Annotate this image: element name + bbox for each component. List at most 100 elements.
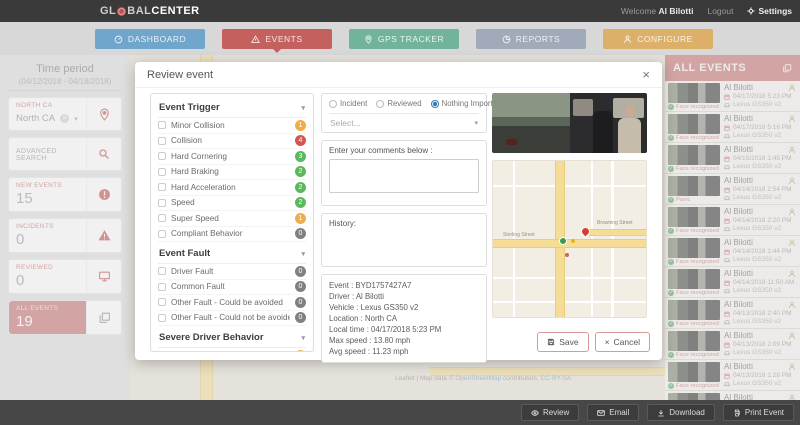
detail-event-id: Event : BYD1757427A7 [329, 281, 412, 290]
review-button[interactable]: Review [521, 404, 580, 421]
count-badge: 0 [295, 265, 306, 277]
street-label: Sterling Street [503, 232, 535, 238]
checklist-row[interactable]: Hard Acceleration 2 [158, 180, 306, 196]
history-panel: History: [321, 213, 487, 267]
welcome-text: Welcome Al Bilotti [620, 6, 694, 16]
count-badge: 4 [295, 135, 306, 147]
count-badge: 2 [295, 197, 306, 209]
checkbox[interactable] [158, 183, 166, 192]
map-pin-icon [365, 34, 372, 44]
radio-reviewed[interactable]: Reviewed [376, 99, 422, 108]
count-badge: 1 [295, 349, 306, 351]
close-icon: × [604, 337, 610, 347]
chevron-down-icon: ▾ [301, 104, 305, 112]
count-badge: 0 [295, 281, 306, 293]
count-badge: 3 [295, 150, 306, 162]
review-event-modal: Review event × Event Trigger ▾ Minor Coll… [135, 62, 662, 363]
checkbox[interactable] [158, 136, 166, 145]
count-badge: 2 [295, 181, 306, 193]
logo-text-gl: GL [100, 5, 117, 17]
nav-dashboard[interactable]: DASHBOARD [95, 29, 205, 49]
checklist-section-header[interactable]: Event Fault ▾ [158, 242, 306, 264]
map-road [589, 229, 646, 236]
nav-reports[interactable]: REPORTS [476, 29, 586, 49]
action-footer: Review Email Download Print Event [0, 400, 800, 425]
checklist-row[interactable]: Collision 4 [158, 134, 306, 149]
checklist-row[interactable]: Compliant Behavior 0 [158, 227, 306, 242]
checklist-row[interactable]: Speed 2 [158, 196, 306, 211]
user-name: Al Bilotti [658, 6, 694, 16]
checkbox[interactable] [158, 214, 166, 223]
cancel-button[interactable]: × Cancel [594, 332, 650, 352]
checklist-row[interactable]: Driver Fault 0 [158, 264, 306, 280]
download-icon [658, 409, 664, 416]
gear-icon [747, 7, 756, 15]
radio-icon[interactable] [376, 99, 385, 108]
checkbox[interactable] [158, 298, 166, 307]
comments-label: Enter your comments below : [329, 146, 433, 155]
save-icon [548, 338, 555, 346]
detail-avg-speed: Avg speed : 11.23 mph [329, 347, 409, 356]
detail-driver: Driver : Al Bilotti [329, 292, 385, 301]
nav-gps-tracker[interactable]: GPS TRACKER [349, 29, 459, 49]
dashboard-icon [114, 35, 123, 43]
checklist-row[interactable]: Hard Cornering 3 [158, 149, 306, 165]
comments-input[interactable] [329, 159, 479, 193]
top-bar: GL BAL CENTER Welcome Al Bilotti Logout … [0, 0, 800, 22]
comments-panel: Enter your comments below : [321, 140, 487, 206]
chevron-down-icon: ▾ [301, 334, 305, 342]
download-button[interactable]: Download [647, 404, 715, 421]
logo-text-bal: BAL [127, 5, 152, 17]
radio-incident[interactable]: Incident [329, 99, 367, 108]
status-panel: Incident Reviewed Nothing Important Sele… [321, 93, 504, 133]
globe-icon [117, 6, 127, 16]
detail-local-time: Local time : 04/17/2018 5:23 PM [329, 325, 442, 334]
checklist-section-header[interactable]: Event Trigger ▾ [158, 96, 306, 118]
printer-icon [734, 409, 740, 416]
checklist-row[interactable]: Hard Braking 2 [158, 165, 306, 180]
dashcam-image[interactable] [492, 93, 647, 153]
checkbox[interactable] [158, 167, 166, 176]
configure-person-icon [624, 35, 632, 43]
checkbox[interactable] [158, 282, 166, 291]
modal-title: Review event [147, 68, 214, 81]
nav-configure[interactable]: CONFIGURE [603, 29, 713, 49]
checkbox[interactable] [158, 351, 166, 352]
print-event-button[interactable]: Print Event [722, 404, 794, 421]
checklist-row[interactable]: Driver Unbelted 1 [158, 348, 306, 352]
checklist-row[interactable]: Common Fault 0 [158, 280, 306, 295]
count-badge: 2 [295, 166, 306, 178]
radio-icon[interactable] [329, 99, 337, 108]
detail-vehicle: Vehicle : Lexus GS350 v2 [329, 303, 419, 312]
checklist-section-header[interactable]: Severe Driver Behavior ▾ [158, 326, 306, 348]
save-button[interactable]: Save [537, 332, 589, 352]
close-icon[interactable]: × [642, 68, 650, 81]
checklist-row[interactable]: Other Fault - Could not be avoided 0 [158, 311, 306, 326]
event-checklist: Event Trigger ▾ Minor Collision 1 Collisi… [150, 93, 314, 352]
report-icon [502, 35, 511, 43]
checkbox[interactable] [158, 121, 166, 130]
map-road [493, 239, 646, 248]
checkbox[interactable] [158, 229, 166, 238]
start-marker [559, 237, 567, 245]
checklist-row[interactable]: Minor Collision 1 [158, 118, 306, 134]
settings-button[interactable]: Settings [747, 6, 792, 16]
checkbox[interactable] [158, 267, 166, 276]
radio-icon-selected[interactable] [430, 99, 439, 108]
checklist-row[interactable]: Other Fault - Could be avoided 0 [158, 295, 306, 311]
checkbox[interactable] [158, 313, 166, 322]
detail-max-speed: Max speed : 13.80 mph [329, 336, 411, 345]
checklist-row[interactable]: Super Speed 1 [158, 211, 306, 227]
warning-triangle-icon [251, 34, 261, 43]
logout-link[interactable]: Logout [707, 6, 733, 16]
email-button[interactable]: Email [587, 404, 640, 421]
envelope-icon [597, 409, 606, 416]
event-details-panel: Event : BYD1757427A7 Driver : Al Bilotti… [321, 274, 487, 363]
checkbox[interactable] [158, 152, 166, 161]
nav-events[interactable]: EVENTS [222, 29, 332, 53]
count-badge: 0 [295, 312, 306, 324]
app-logo: GL BAL CENTER [100, 0, 200, 22]
event-map[interactable]: Sterling Street Browning Street [492, 160, 647, 318]
category-select[interactable]: Select... ▾ [329, 113, 479, 132]
checkbox[interactable] [158, 198, 166, 207]
